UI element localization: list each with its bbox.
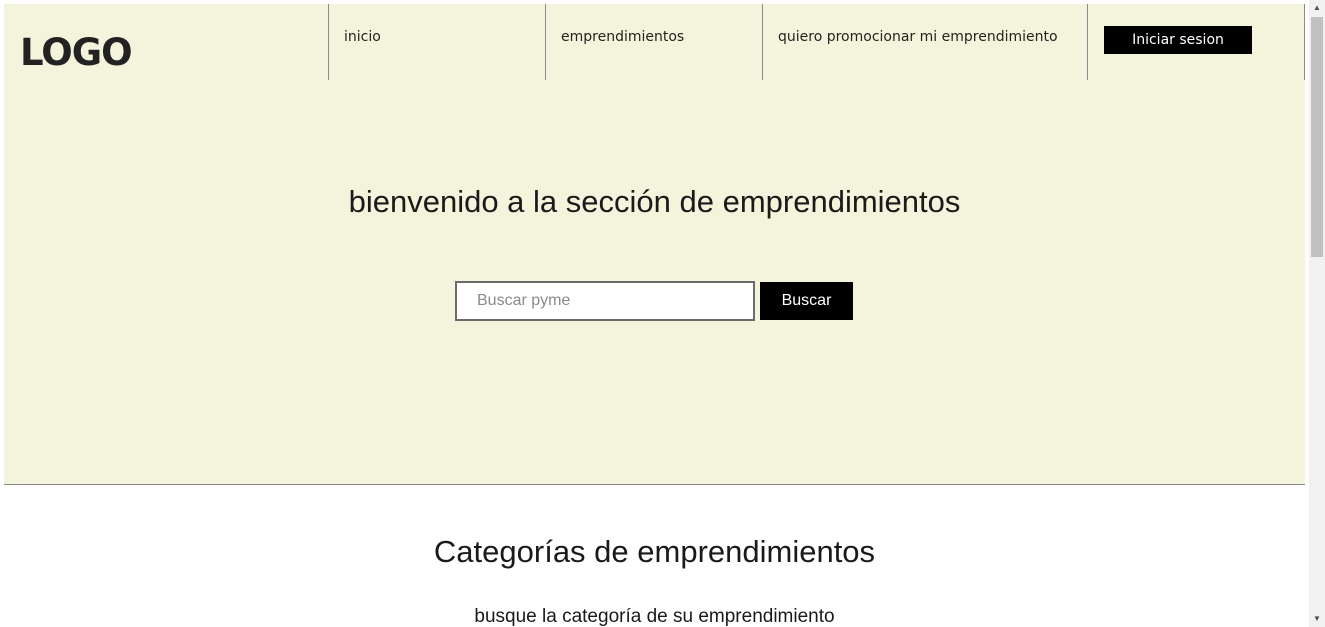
hero-title: bienvenido a la sección de emprendimient… xyxy=(348,184,961,219)
hero-section: LOGO inicio emprendimientos quiero promo… xyxy=(4,4,1305,485)
categories-title: Categorías de emprendimientos xyxy=(433,534,876,569)
nav-item-login: Iniciar sesion xyxy=(1087,4,1305,80)
search-button[interactable]: Buscar xyxy=(760,282,853,320)
nav-item-inicio[interactable]: inicio xyxy=(328,4,545,80)
scroll-up-icon[interactable]: ▲ xyxy=(1309,0,1325,16)
nav-item-emprendimientos[interactable]: emprendimientos xyxy=(545,4,762,80)
logo[interactable]: LOGO xyxy=(20,31,133,74)
vertical-scrollbar[interactable]: ▲ ▼ xyxy=(1309,0,1325,627)
page: LOGO inicio emprendimientos quiero promo… xyxy=(0,0,1309,627)
scroll-down-icon[interactable]: ▼ xyxy=(1309,611,1325,627)
search-input[interactable] xyxy=(455,281,755,321)
scroll-thumb[interactable] xyxy=(1311,17,1323,257)
login-button[interactable]: Iniciar sesion xyxy=(1104,26,1252,54)
nav-item-promocionar[interactable]: quiero promocionar mi emprendimiento xyxy=(762,4,1087,80)
categories-subtitle: busque la categoría de su emprendimiento xyxy=(474,606,835,627)
